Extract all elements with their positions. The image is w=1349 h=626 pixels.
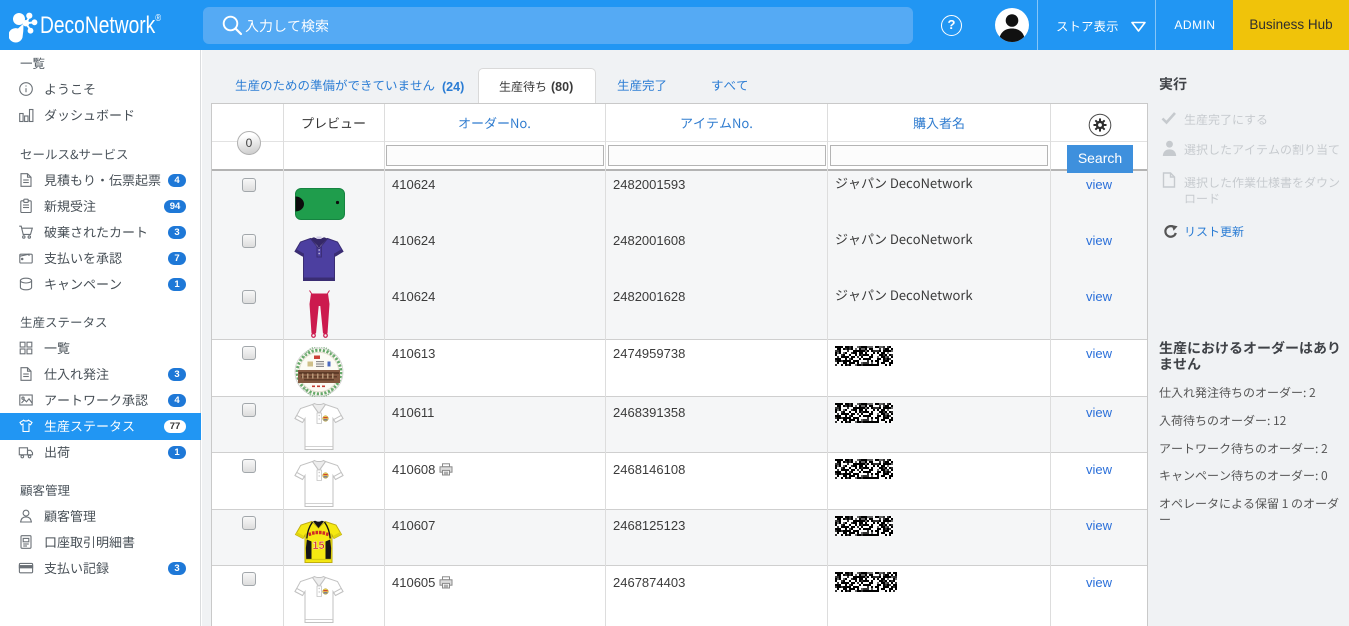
svg-text:15: 15	[312, 540, 324, 552]
